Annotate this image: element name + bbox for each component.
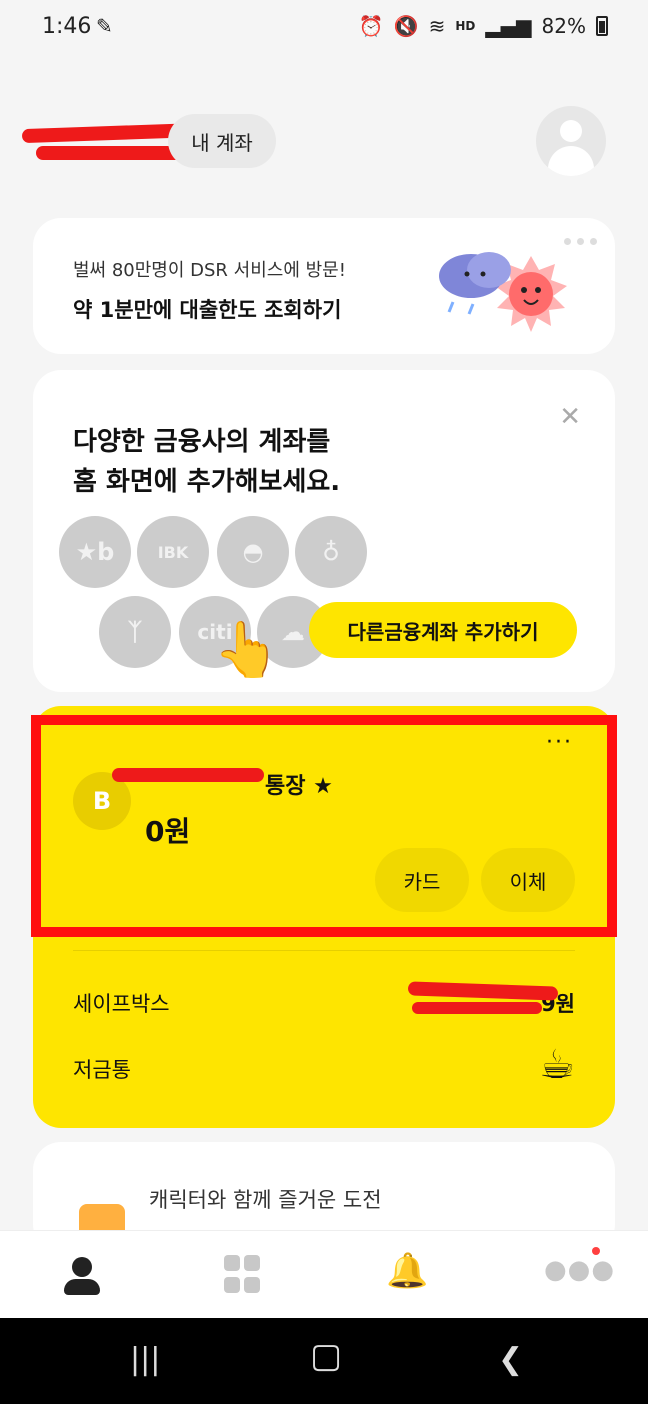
weather-character-illustration	[439, 252, 567, 332]
profile-avatar[interactable]	[536, 106, 606, 176]
divider	[73, 950, 575, 951]
redaction-mark	[412, 1002, 542, 1014]
notification-icon: ✎	[96, 14, 113, 38]
coffee-cup-icon: ☕	[539, 1042, 575, 1088]
notifications-bell-icon[interactable]: 🔔	[386, 1251, 428, 1291]
close-icon[interactable]: ✕	[559, 402, 581, 432]
kb-bank-icon[interactable]: ★b	[59, 516, 131, 588]
hd-voice-label: HD	[455, 19, 476, 33]
woori-bank-icon[interactable]: ♁	[295, 516, 367, 588]
my-account-chip[interactable]: 내 계좌	[168, 114, 276, 168]
recent-apps-icon[interactable]: |||	[130, 1342, 160, 1377]
promo-subtitle: 벌써 80만명이 DSR 서비스에 방문!	[73, 260, 346, 281]
system-navigation-bar: ||| ▢ ❮	[0, 1318, 648, 1404]
mute-icon: 🔇	[393, 14, 419, 38]
status-time: 1:46	[42, 14, 92, 39]
ibk-bank-icon[interactable]: IBK	[137, 516, 209, 588]
dsr-promo-banner[interactable]: 벌써 80만명이 DSR 서비스에 방문! 약 1분만에 대출한도 조회하기	[33, 218, 615, 354]
back-icon[interactable]: ❮	[498, 1342, 523, 1377]
battery-icon	[596, 16, 608, 36]
new-badge-dot	[592, 1247, 600, 1255]
shinhan-bank-icon[interactable]: ◓	[217, 516, 289, 588]
safebox-label[interactable]: 세이프박스	[73, 988, 170, 1018]
status-bar: 1:46 ✎ ⏰ 🔇 ≋ HD ▂▄▆ 82%	[0, 0, 648, 56]
hana-bank-icon[interactable]: ᛉ	[99, 596, 171, 668]
my-account-label: 내 계좌	[191, 130, 253, 155]
alarm-icon: ⏰	[358, 14, 384, 38]
friends-tab-icon[interactable]	[62, 1255, 102, 1295]
pointing-hand-icon: 👆	[213, 618, 281, 681]
more-tab-icon[interactable]: ●●●	[544, 1255, 614, 1295]
battery-percent: 82%	[541, 14, 586, 38]
add-accounts-title: 다양한 금융사의 계좌를 홈 화면에 추가해보세요.	[73, 427, 341, 497]
status-icons: ⏰ 🔇 ≋ HD ▂▄▆ 82%	[359, 14, 608, 38]
challenge-text: 캐릭터와 함께 즐거운 도전	[149, 1188, 382, 1212]
highlight-box	[31, 715, 617, 937]
wifi-icon: ≋	[428, 14, 446, 38]
home-icon[interactable]: ▢	[310, 1336, 342, 1376]
piggybank-label[interactable]: 저금통	[73, 1054, 131, 1084]
add-accounts-card: 다양한 금융사의 계좌를 홈 화면에 추가해보세요. ✕ ★b IBK ◓ ♁ …	[33, 370, 615, 692]
add-other-account-button[interactable]: 다른금융계좌 추가하기	[309, 602, 577, 658]
bottom-tab-bar: 🔔 ●●●	[0, 1230, 648, 1318]
apps-grid-tab-icon[interactable]	[224, 1255, 264, 1295]
signal-icon: ▂▄▆	[485, 14, 532, 38]
promo-title: 약 1분만에 대출한도 조회하기	[73, 298, 342, 322]
